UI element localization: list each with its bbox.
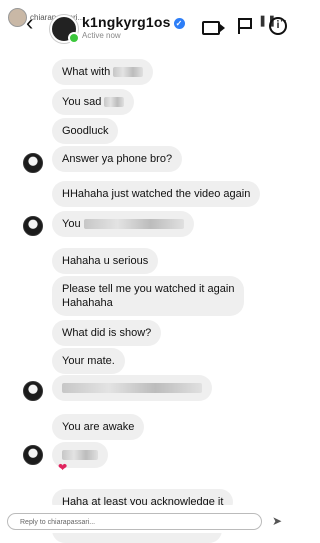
story-reply-input[interactable]: Reply to chiarapassari...: [7, 513, 262, 530]
blurred-text: [104, 97, 125, 108]
message-bubble[interactable]: [52, 375, 212, 401]
heart-reaction-icon[interactable]: ❤: [58, 461, 67, 474]
sender-avatar[interactable]: [23, 153, 43, 173]
message-bubble[interactable]: Goodluck: [52, 118, 119, 144]
verified-badge-icon: ✓: [173, 17, 185, 29]
active-status: Active now: [82, 31, 121, 40]
message-bubble[interactable]: You: [52, 211, 194, 237]
chat-name[interactable]: k1ngkyrg1os ✓: [82, 14, 185, 30]
message-bubble[interactable]: What did is show?: [52, 320, 162, 346]
sender-avatar[interactable]: [23, 216, 43, 236]
header-bar: chiarapassari... ‹ k1ngkyrg1os✓ Active n…: [0, 0, 305, 48]
blurred-text: [62, 383, 202, 394]
flag-icon[interactable]: [238, 18, 252, 34]
message-bubble[interactable]: Your mate.: [52, 348, 125, 374]
blurred-text: [113, 67, 144, 78]
sender-avatar[interactable]: [23, 445, 43, 465]
send-icon[interactable]: ➤: [272, 514, 282, 528]
message-bubble[interactable]: Hahaha u serious: [52, 248, 159, 274]
message-bubble[interactable]: What with: [52, 59, 154, 85]
info-icon[interactable]: i: [269, 17, 287, 35]
message-bubble[interactable]: You are awake: [52, 414, 145, 440]
blurred-text: [83, 219, 184, 230]
message-bubble[interactable]: Please tell me you watched it again Hahah…: [52, 276, 245, 316]
story-avatar[interactable]: [8, 8, 27, 27]
video-call-icon[interactable]: [202, 21, 225, 35]
online-indicator: [68, 32, 80, 44]
blurred-text: [62, 450, 98, 461]
sender-avatar[interactable]: [23, 381, 43, 401]
back-icon[interactable]: ‹: [26, 12, 33, 34]
message-bubble[interactable]: Answer ya phone bro?: [52, 146, 183, 172]
message-bubble[interactable]: You sad: [52, 89, 135, 115]
message-bubble[interactable]: HHahaha just watched the video again: [52, 181, 261, 207]
